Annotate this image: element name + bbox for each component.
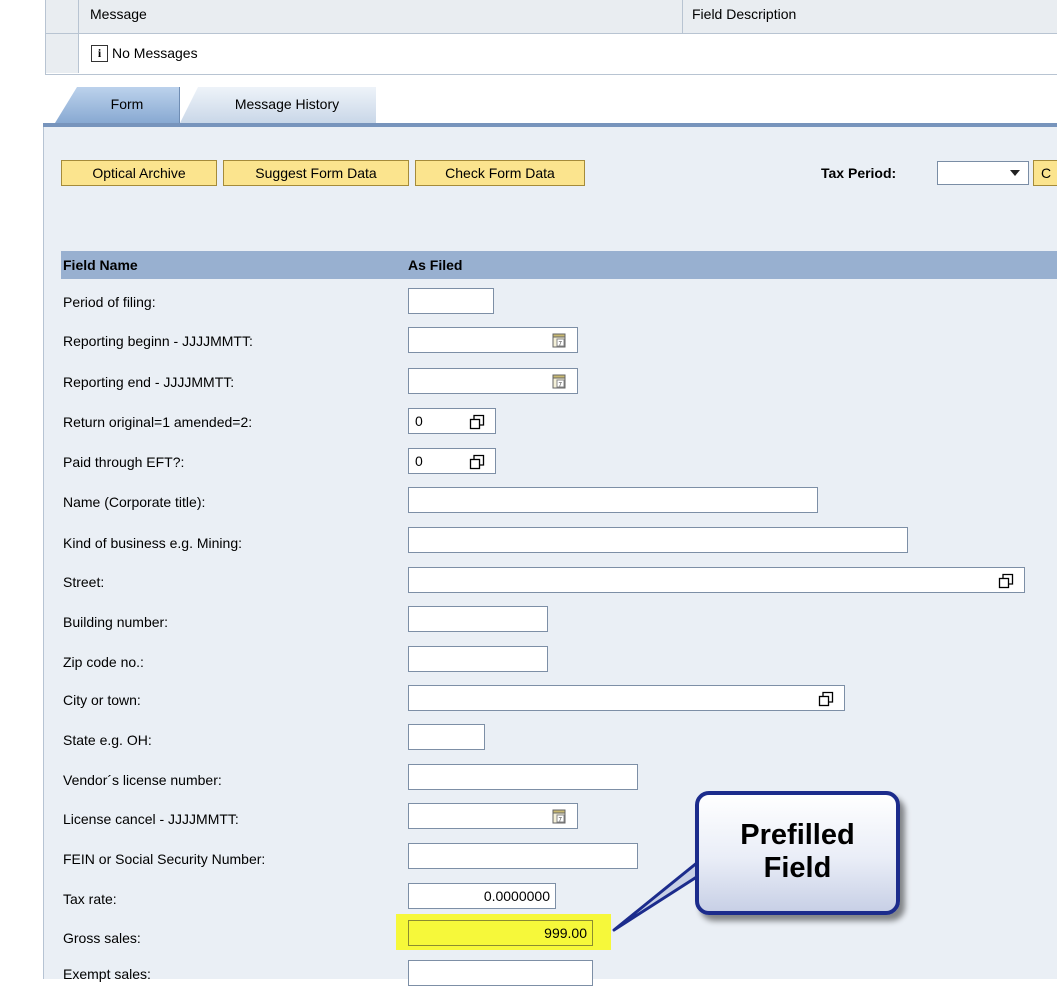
label-fein: FEIN or Social Security Number: bbox=[63, 851, 266, 867]
messages-table: Message Field Description bbox=[45, 0, 1057, 75]
tax-rate-field[interactable]: 0.0000000 bbox=[408, 883, 556, 909]
tax-period-label: Tax Period: bbox=[821, 165, 897, 181]
row-selector[interactable] bbox=[46, 34, 79, 73]
tab-form[interactable]: Form bbox=[55, 87, 180, 123]
field-value: 0 bbox=[415, 413, 423, 429]
suggest-form-data-button[interactable]: Suggest Form Data bbox=[223, 160, 409, 186]
label-vendor-license: Vendor´s license number: bbox=[63, 772, 222, 788]
label-period-of-filing: Period of filing: bbox=[63, 294, 156, 310]
label-building-number: Building number: bbox=[63, 614, 169, 630]
label-return-original: Return original=1 amended=2: bbox=[63, 414, 253, 430]
field-value: 0.0000000 bbox=[483, 888, 550, 904]
calendar-icon[interactable]: 7 bbox=[552, 809, 567, 824]
zip-code-field[interactable] bbox=[408, 646, 548, 672]
label-license-cancel: License cancel - JJJJMMTT: bbox=[63, 811, 239, 827]
chevron-down-icon[interactable] bbox=[1010, 170, 1020, 176]
tax-period-select[interactable] bbox=[937, 161, 1029, 185]
row-selector-header[interactable] bbox=[46, 0, 79, 33]
license-cancel-field[interactable]: 7 bbox=[408, 803, 578, 829]
check-form-data-button[interactable]: Check Form Data bbox=[415, 160, 585, 186]
period-of-filing-field[interactable] bbox=[408, 288, 494, 314]
paid-through-eft-field[interactable]: 0 bbox=[408, 448, 496, 474]
message-row[interactable] bbox=[46, 34, 1057, 73]
calendar-icon[interactable]: 7 bbox=[552, 333, 567, 348]
column-header-field-description[interactable]: Field Description bbox=[692, 6, 796, 22]
label-tax-rate: Tax rate: bbox=[63, 891, 117, 907]
gross-sales-field[interactable]: 999.00 bbox=[408, 920, 593, 946]
label-reporting-begin: Reporting beginn - JJJJMMTT: bbox=[63, 333, 253, 349]
label-kind-of-business: Kind of business e.g. Mining: bbox=[63, 535, 242, 551]
city-field[interactable] bbox=[408, 685, 845, 711]
reporting-begin-field[interactable]: 7 bbox=[408, 327, 578, 353]
column-header-message[interactable]: Message bbox=[90, 6, 147, 22]
vendor-license-field[interactable] bbox=[408, 764, 638, 790]
grid-header: Field Name As Filed bbox=[61, 251, 1057, 279]
value-help-icon[interactable] bbox=[998, 573, 1014, 589]
callout-line-1: Prefilled bbox=[740, 819, 855, 851]
callout-line-2: Field bbox=[763, 852, 832, 884]
label-exempt-sales: Exempt sales: bbox=[63, 966, 151, 982]
label-corporate-name: Name (Corporate title): bbox=[63, 494, 206, 510]
kind-of-business-field[interactable] bbox=[408, 527, 908, 553]
label-reporting-end: Reporting end - JJJJMMTT: bbox=[63, 374, 235, 390]
label-gross-sales: Gross sales: bbox=[63, 930, 141, 946]
tab-message-history[interactable]: Message History bbox=[180, 87, 376, 123]
street-field[interactable] bbox=[408, 567, 1025, 593]
return-original-field[interactable]: 0 bbox=[408, 408, 496, 434]
label-state: State e.g. OH: bbox=[63, 732, 152, 748]
field-value: 999.00 bbox=[544, 925, 587, 941]
column-header-field-name: Field Name bbox=[63, 257, 138, 273]
label-city: City or town: bbox=[63, 692, 141, 708]
value-help-icon[interactable] bbox=[469, 454, 485, 470]
column-separator[interactable] bbox=[682, 0, 683, 33]
label-paid-through-eft: Paid through EFT?: bbox=[63, 454, 185, 470]
value-help-icon[interactable] bbox=[818, 691, 834, 707]
label-street: Street: bbox=[63, 574, 105, 590]
building-number-field[interactable] bbox=[408, 606, 548, 632]
corporate-name-field[interactable] bbox=[408, 487, 818, 513]
prefilled-field-callout: Prefilled Field bbox=[695, 791, 900, 915]
truncated-button[interactable]: C bbox=[1033, 160, 1057, 186]
column-header-as-filed: As Filed bbox=[408, 257, 463, 273]
calendar-icon[interactable]: 7 bbox=[552, 374, 567, 389]
reporting-end-field[interactable]: 7 bbox=[408, 368, 578, 394]
optical-archive-button[interactable]: Optical Archive bbox=[61, 160, 217, 186]
message-text: No Messages bbox=[112, 45, 198, 61]
label-zip-code: Zip code no.: bbox=[63, 654, 144, 670]
exempt-sales-field[interactable] bbox=[408, 960, 593, 986]
info-icon: i bbox=[91, 45, 108, 62]
state-field[interactable] bbox=[408, 724, 485, 750]
messages-header: Message Field Description bbox=[46, 0, 1057, 34]
value-help-icon[interactable] bbox=[469, 414, 485, 430]
field-value: 0 bbox=[415, 453, 423, 469]
